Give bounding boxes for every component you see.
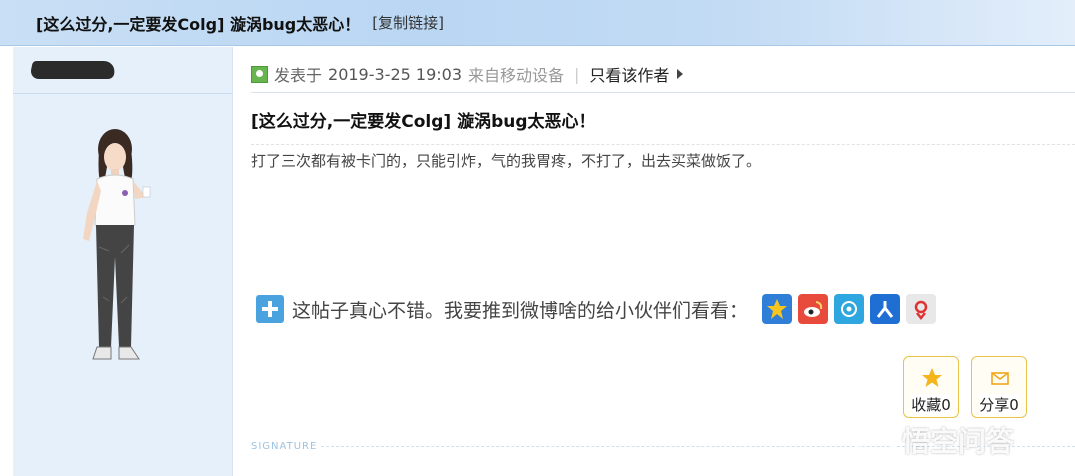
star-icon [922,368,942,387]
share-icons [762,294,937,324]
copy-link-button[interactable]: [复制链接] [372,12,444,33]
post-title: [这么过分,一定要发Colg] 漩涡bug太恶心！ [251,112,596,132]
redacted-username [29,61,117,79]
meta-separator: | [574,64,580,84]
avatar[interactable] [63,127,173,407]
post-meta: 发表于 2019-3-25 19:03 来自移动设备 | 只看该作者 [251,62,684,86]
post-source: 来自移动设备 [468,66,565,85]
share-prompt-text: 这帖子真心不错。我要推到微博啥的给小伙伴们看看： [292,299,749,322]
wukong-logo-icon [852,424,898,456]
sina-weibo-icon[interactable] [798,294,829,324]
username-row [13,47,232,94]
share-prompt: 这帖子真心不错。我要推到微博啥的给小伙伴们看看： [256,293,937,325]
favorite-button[interactable]: 收藏0 [903,356,959,418]
meta-divider [251,92,1075,93]
qzone-icon[interactable] [762,294,793,324]
favorite-label: 收藏0 [911,394,951,415]
renren-icon[interactable] [870,294,901,324]
author-sidebar [13,47,233,476]
tencent-weibo-icon[interactable] [834,294,865,324]
plus-icon [256,295,284,323]
share-label: 分享0 [979,394,1019,415]
other-share-icon[interactable] [906,294,937,324]
thread-title: [这么过分,一定要发Colg] 漩涡bug太恶心！ [36,14,361,34]
post-body: 打了三次都有被卡门的，只能引炸，气的我胃疼，不打了，出去买菜做饭了。 [251,152,762,170]
body-divider [251,144,1075,145]
author-only-link[interactable]: 只看该作者 [589,62,669,86]
thread-header: [这么过分,一定要发Colg] 漩涡bug太恶心！ [复制链接] [0,0,1075,46]
share-button[interactable]: 分享0 [971,356,1027,418]
post-date: 2019-3-25 19:03 [328,64,463,84]
arrow-right-icon [677,69,684,79]
user-online-icon [251,65,268,83]
post-content: 发表于 2019-3-25 19:03 来自移动设备 | 只看该作者 [这么过分… [251,47,1075,476]
signature-label: SIGNATURE [251,441,318,452]
watermark-text: 悟空问答 [902,425,1015,458]
posted-prefix: 发表于 [274,66,323,85]
watermark: 悟空问答 [852,420,1014,460]
envelope-icon [991,372,1009,385]
